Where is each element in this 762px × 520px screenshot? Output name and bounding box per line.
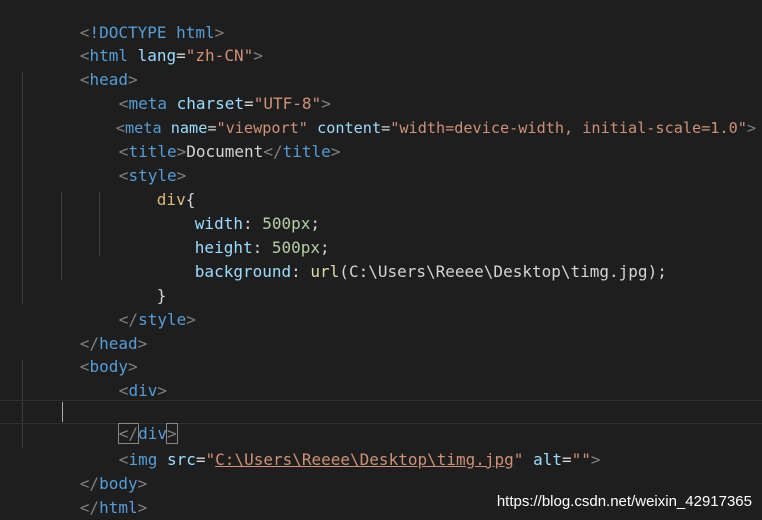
code-line[interactable]: <html lang="zh-CN"> xyxy=(0,20,762,65)
code-line[interactable]: </body> xyxy=(0,448,762,493)
watermark-text: https://blog.csdn.net/weixin_42917365 xyxy=(496,493,752,510)
token-punctuation: > xyxy=(137,498,148,517)
code-line[interactable]: <head> xyxy=(0,44,762,89)
code-line[interactable]: <!DOCTYPE html> xyxy=(0,0,762,42)
text-cursor xyxy=(62,402,63,422)
code-line[interactable]: <meta charset="UTF-8"> xyxy=(0,68,762,113)
token-punctuation: </ xyxy=(79,498,100,517)
code-line[interactable]: <body> xyxy=(0,331,762,376)
code-editor[interactable]: <!DOCTYPE html> <html lang="zh-CN"> <hea… xyxy=(0,0,762,520)
code-line[interactable]: <img src="C:\Users\Reeee\Desktop\timg.jp… xyxy=(0,424,762,469)
code-line[interactable]: height: 500px; xyxy=(0,212,762,257)
code-line[interactable]: <meta name="viewport" content="width=dev… xyxy=(0,92,762,137)
code-line[interactable]: div{ xyxy=(0,164,762,209)
code-line[interactable]: width: 500px; xyxy=(0,188,762,233)
code-line[interactable]: } xyxy=(0,260,762,305)
code-line[interactable]: <div> xyxy=(0,355,762,400)
code-line[interactable]: </head> xyxy=(0,308,762,353)
code-line[interactable]: </style> xyxy=(0,284,762,329)
code-line[interactable]: <style> xyxy=(0,140,762,185)
token-tag: html xyxy=(99,498,138,517)
code-line-current[interactable]: </div> xyxy=(0,400,762,444)
code-line[interactable]: background: url(C:\Users\Reeee\Desktop\t… xyxy=(0,236,762,281)
code-line[interactable]: <title>Document</title> xyxy=(0,116,762,161)
